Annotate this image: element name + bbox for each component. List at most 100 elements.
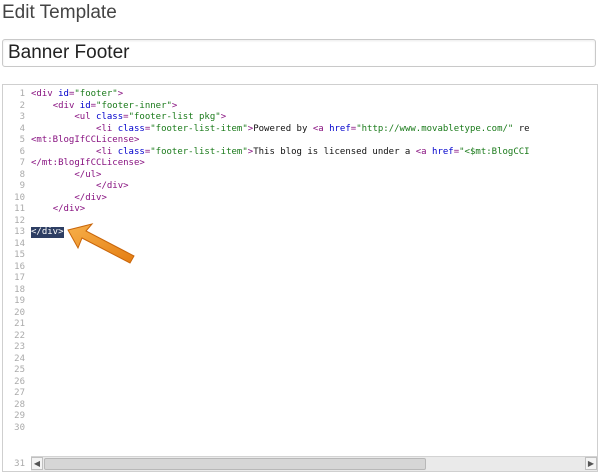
code-line[interactable]: 27 xyxy=(3,388,597,399)
code-line[interactable]: 2 <div id="footer-inner"> xyxy=(3,101,597,112)
code-line[interactable]: 11 </div> xyxy=(3,204,597,215)
code-token: > xyxy=(220,112,227,122)
code-line[interactable]: 21 xyxy=(3,319,597,330)
line-number: 6 xyxy=(19,146,25,157)
code-area[interactable]: 1 <div id="footer"> 2 <div id="footer-inne… xyxy=(3,89,597,457)
code-text: <ul class="footer-list pkg"> xyxy=(31,112,226,123)
code-line[interactable]: 6 <li class="footer-list-item">This blog… xyxy=(3,147,597,158)
code-line[interactable]: 7 </mt:BlogIfCCLicense> xyxy=(3,158,597,169)
horizontal-scrollbar[interactable]: ◀ ▶ xyxy=(31,456,597,471)
code-line[interactable]: 1 <div id="footer"> xyxy=(3,89,597,100)
line-number: 4 xyxy=(19,123,25,134)
code-text: </mt:BlogIfCCLicense> xyxy=(31,158,145,169)
code-token: </div> xyxy=(74,192,107,203)
code-token: </ul> xyxy=(74,169,102,180)
code-line[interactable]: 4 <li class="footer-list-item">Powered b… xyxy=(3,124,597,135)
scroll-left-icon[interactable]: ◀ xyxy=(31,457,43,470)
line-number: 30 xyxy=(14,422,25,433)
code-token: <a xyxy=(312,123,330,134)
code-token: </mt:BlogIfCCLicense> xyxy=(31,158,145,168)
code-token: </div> xyxy=(96,181,129,191)
code-line[interactable]: 28 xyxy=(3,400,597,411)
line-number: 12 xyxy=(14,215,25,226)
page-title: Edit Template xyxy=(2,2,117,23)
line-number: 14 xyxy=(14,238,25,249)
code-token: "footer-list-item" xyxy=(150,146,248,157)
code-line[interactable]: 30 xyxy=(3,423,597,434)
template-name-input[interactable] xyxy=(2,39,596,67)
code-editor[interactable]: 1 <div id="footer"> 2 <div id="footer-inne… xyxy=(2,84,598,472)
code-text: <div id="footer"> xyxy=(31,89,123,100)
code-token: <ul xyxy=(74,112,97,122)
code-text: <li class="footer-list-item">This blog i… xyxy=(31,147,530,158)
code-token: href xyxy=(432,146,454,157)
line-number: 2 xyxy=(19,100,25,111)
code-token: > xyxy=(171,100,178,111)
code-line[interactable]: 22 xyxy=(3,331,597,342)
code-line[interactable]: 5 <mt:BlogIfCCLicense> xyxy=(3,135,597,146)
code-token: <li xyxy=(96,146,118,157)
code-line[interactable]: 23 xyxy=(3,342,597,353)
code-line[interactable]: 9 </div> xyxy=(3,181,597,192)
line-number: 5 xyxy=(19,135,25,145)
code-token: class xyxy=(96,112,124,122)
code-token: <div xyxy=(31,89,59,99)
code-line[interactable]: 25 xyxy=(3,365,597,376)
code-line[interactable]: 3 <ul class="footer-list pkg"> xyxy=(3,112,597,123)
line-number: 15 xyxy=(14,250,25,260)
code-token: "footer-inner" xyxy=(96,100,172,111)
code-text: <li class="footer-list-item">Powered by … xyxy=(31,124,530,135)
line-number: 24 xyxy=(14,353,25,364)
line-number: 10 xyxy=(14,192,25,203)
line-number: 26 xyxy=(14,376,25,387)
line-number: 21 xyxy=(14,319,25,329)
scroll-right-icon[interactable]: ▶ xyxy=(585,457,597,470)
code-line[interactable]: 18 xyxy=(3,285,597,296)
code-line[interactable]: 24 xyxy=(3,354,597,365)
code-token: "footer-list-item" xyxy=(150,123,248,134)
line-number: 9 xyxy=(19,181,25,191)
code-token: Powered by xyxy=(253,123,313,134)
scrollbar-thumb[interactable] xyxy=(44,458,426,470)
code-line[interactable]: 26 xyxy=(3,377,597,388)
line-number: 28 xyxy=(14,399,25,410)
last-line-number: 31 xyxy=(14,459,25,469)
line-number: 13 xyxy=(14,227,25,237)
code-line[interactable]: 8 </ul> xyxy=(3,170,597,181)
code-text: <div id="footer-inner"> xyxy=(31,100,178,112)
code-line[interactable]: 10 </div> xyxy=(3,193,597,204)
arrow-pointer-icon xyxy=(67,223,135,264)
line-number: 7 xyxy=(19,158,25,168)
code-text: <mt:BlogIfCCLicense> xyxy=(31,135,139,146)
code-text: </div> xyxy=(31,193,107,204)
code-text: </div> xyxy=(31,181,129,192)
code-line[interactable]: 17 xyxy=(3,273,597,284)
code-line[interactable]: 19 xyxy=(3,296,597,307)
code-token: "footer-list pkg" xyxy=(128,112,221,122)
code-token: This blog is licensed under a xyxy=(253,146,416,157)
line-number: 17 xyxy=(14,273,25,283)
line-number: 25 xyxy=(14,365,25,375)
code-token: re xyxy=(513,123,530,134)
code-token: class xyxy=(117,123,145,134)
code-token: class xyxy=(117,146,145,157)
code-token: id xyxy=(79,100,91,111)
line-number: 20 xyxy=(14,307,25,318)
line-number: 16 xyxy=(14,261,25,272)
code-token: id xyxy=(58,89,69,99)
code-token: <div xyxy=(52,100,80,111)
code-token: <mt:BlogIfCCLicense> xyxy=(31,135,140,145)
line-number: 11 xyxy=(14,204,25,214)
code-line[interactable]: 29 xyxy=(3,411,597,422)
code-line[interactable]: 20 xyxy=(3,308,597,319)
line-number: 23 xyxy=(14,342,25,352)
code-token: </div> xyxy=(31,227,64,237)
code-token: <a xyxy=(415,146,433,157)
